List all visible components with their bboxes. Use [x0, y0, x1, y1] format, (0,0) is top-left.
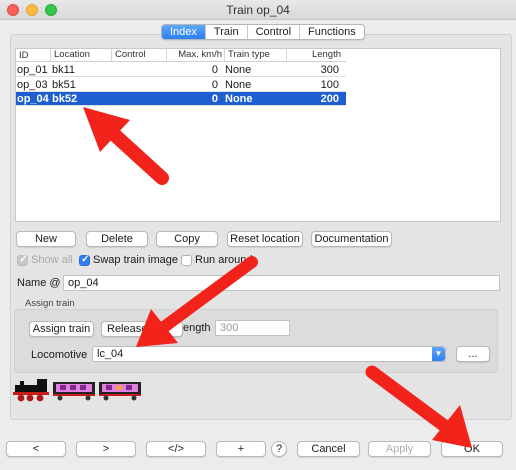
tab-index[interactable]: Index [162, 25, 206, 39]
window-title: Train op_04 [226, 3, 290, 17]
name-field[interactable]: op_04 [63, 275, 500, 291]
assign-train-group [14, 309, 498, 373]
title-bar: Train op_04 [0, 0, 516, 20]
swap-train-image-checkbox[interactable]: ✓ [79, 254, 90, 266]
length-field[interactable]: 300 [215, 320, 290, 336]
checkmark-icon: ✓ [81, 254, 90, 265]
reset-location-button[interactable]: Reset location [227, 231, 303, 247]
column-header-length[interactable]: Length [286, 49, 343, 62]
assign-train-group-title: Assign train [25, 298, 75, 309]
tab-control[interactable]: Control [247, 25, 301, 39]
cell-train-type: None [225, 64, 252, 76]
wagon-icon [99, 382, 141, 401]
cell-id: op_01 [17, 64, 48, 76]
column-header-control[interactable]: Control [111, 49, 146, 62]
checkmark-icon: ✓ [19, 254, 28, 265]
cell-length: 300 [320, 64, 339, 76]
locomotive-icon [13, 379, 49, 402]
cell-location: bk52 [52, 93, 78, 105]
show-all-label: Show all [31, 254, 73, 266]
swap-train-image-label: Swap train image [93, 254, 178, 266]
next-button[interactable]: > [76, 441, 136, 457]
table-row[interactable]: op_03 bk51 0 None 100 [16, 78, 346, 92]
run-around-checkbox[interactable] [181, 255, 192, 266]
locomotive-label: Locomotive [31, 349, 88, 361]
cell-length: 200 [320, 93, 339, 105]
cell-max-kmh: 0 [211, 79, 218, 91]
chevron-down-icon[interactable]: ▼ [432, 347, 445, 361]
cell-max-kmh: 0 [211, 93, 218, 105]
cell-max-kmh: 0 [211, 64, 218, 76]
train-image [13, 379, 141, 402]
apply-button[interactable]: Apply [368, 441, 431, 457]
name-label: Name @ [17, 277, 61, 289]
locomotive-more-button[interactable]: ... [456, 346, 490, 362]
add-button[interactable]: + [216, 441, 266, 457]
column-header-location[interactable]: Location [50, 49, 90, 62]
assign-train-button[interactable]: Assign train [29, 321, 94, 337]
dialog-window: Train op_04 Index Train Control Function… [0, 0, 516, 470]
cancel-button[interactable]: Cancel [297, 441, 360, 457]
delete-button[interactable]: Delete [86, 231, 148, 247]
train-table[interactable]: ID Location Control Max. km/h Train type… [15, 48, 501, 222]
cell-train-type: None [225, 93, 253, 105]
xml-button[interactable]: </> [146, 441, 206, 457]
wagon-icon [53, 382, 95, 401]
cell-location: bk11 [52, 64, 76, 76]
documentation-button[interactable]: Documentation [311, 231, 392, 247]
cell-id: op_04 [17, 93, 49, 105]
cell-location: bk51 [52, 79, 76, 91]
new-button[interactable]: New [16, 231, 76, 247]
run-around-label: Run around [195, 254, 253, 266]
help-button[interactable]: ? [271, 441, 287, 457]
cell-length: 100 [320, 79, 339, 91]
column-header-train-type[interactable]: Train type [224, 49, 270, 62]
table-row-selected[interactable]: op_04 bk52 0 None 200 [16, 92, 346, 106]
table-row[interactable]: op_01 bk11 0 None 300 [16, 63, 346, 77]
column-header-max-kmh[interactable]: Max. km/h [166, 49, 224, 62]
tab-train[interactable]: Train [205, 25, 248, 39]
release-train-button[interactable]: Release t [101, 321, 183, 337]
copy-button[interactable]: Copy [156, 231, 218, 247]
table-header: ID Location Control Max. km/h Train type… [16, 49, 346, 62]
locomotive-select-value: lc_04 [97, 348, 124, 360]
cell-id: op_03 [17, 79, 48, 91]
tab-bar: Index Train Control Functions [161, 24, 365, 40]
ok-button[interactable]: OK [441, 441, 503, 457]
show-all-checkbox[interactable]: ✓ [17, 254, 28, 266]
tab-functions[interactable]: Functions [300, 25, 364, 39]
length-label: ength [183, 322, 211, 334]
cell-train-type: None [225, 79, 252, 91]
locomotive-select[interactable]: lc_04 ▼ [92, 346, 446, 362]
previous-button[interactable]: < [6, 441, 66, 457]
column-header-id[interactable]: ID [19, 50, 29, 61]
